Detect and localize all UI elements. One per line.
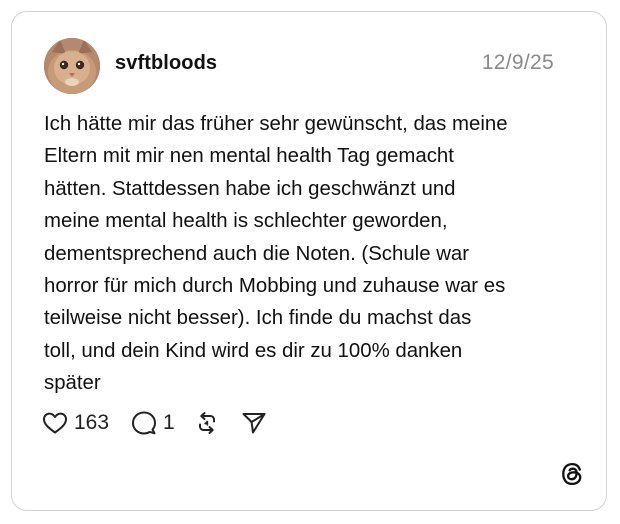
comment-bubble-icon — [132, 411, 157, 435]
like-count: 163 — [74, 411, 110, 434]
username[interactable]: svftbloods — [115, 52, 217, 75]
avatar-cat-image — [44, 38, 100, 94]
post-date: 12/9/25 — [481, 51, 554, 74]
like-button[interactable]: 163 — [42, 411, 109, 435]
threads-logo-icon — [559, 461, 585, 487]
send-icon — [242, 413, 266, 434]
reply-count: 1 — [163, 411, 175, 434]
reply-button[interactable]: 1 — [131, 410, 175, 436]
post-card: svftbloods 12/9/25 Ich hätte mir das frü… — [11, 11, 607, 511]
post-text: Ich hätte mir das früher sehr gewünscht,… — [44, 113, 508, 395]
avatar[interactable] — [44, 38, 100, 94]
repost-icon — [198, 412, 215, 434]
share-button[interactable] — [241, 411, 267, 435]
heart-icon — [43, 412, 67, 434]
action-bar: 163 1 — [42, 409, 267, 437]
repost-button[interactable] — [195, 411, 219, 435]
